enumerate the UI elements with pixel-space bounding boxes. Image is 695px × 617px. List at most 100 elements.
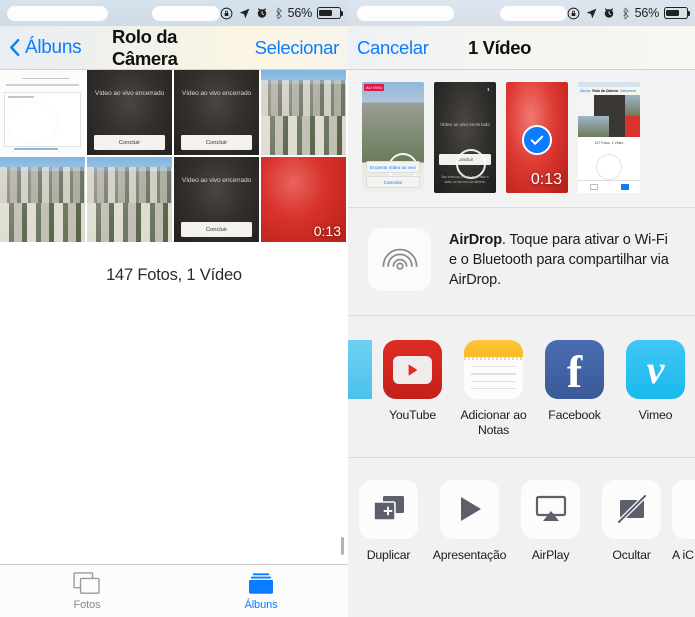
slideshow-play-icon — [440, 479, 499, 539]
photo-cell[interactable] — [87, 157, 172, 242]
action-airplay[interactable]: AirPlay — [510, 479, 591, 563]
tab-fotos-label: Fotos — [73, 598, 101, 611]
share-app-facebook[interactable]: f Facebook — [534, 340, 615, 423]
upload-glyph: ⬆ — [486, 87, 490, 92]
thumb-secondary-button: Cancelar — [366, 176, 420, 188]
hide-icon — [602, 479, 661, 539]
tab-albuns[interactable]: Álbuns — [174, 565, 348, 617]
left-panel-photos-app: 56% Álbuns Rolo da Câmera Selecionar Víd… — [0, 0, 348, 617]
share-thumbnail[interactable]: ⬆ Vídeo ao vivo encerrado Concluir Seu v… — [434, 82, 496, 193]
share-thumbnail[interactable]: AO VIVO Encerrar vídeo ao vivo Cancelar — [362, 82, 424, 193]
thumb-caption: Seu vídeo ao vivo foi encerrado e salvo … — [441, 175, 489, 185]
bluetooth-icon — [622, 7, 629, 19]
photo-grid: Vídeo ao vivo encerrado Concluir Vídeo a… — [0, 70, 348, 244]
share-app-label: YouTube — [389, 408, 436, 422]
duplicate-icon — [359, 479, 418, 539]
share-sheet-title: 1 Vídeo — [468, 36, 531, 58]
share-actions-row: Duplicar Apresentação AirPlay Ocultar A … — [348, 457, 695, 582]
photos-icon — [73, 571, 100, 594]
mini-back-label: Álbuns — [580, 89, 591, 93]
action-label: Duplicar — [366, 547, 411, 562]
select-button[interactable]: Selecionar — [255, 37, 340, 59]
notes-icon — [464, 340, 523, 399]
battery-percent-label: 56% — [287, 6, 313, 20]
tab-bar: Fotos Álbuns — [0, 564, 348, 617]
icloud-drive-icon — [672, 479, 695, 539]
photo-cell[interactable]: Vídeo ao vivo encerrado Concluir — [174, 157, 259, 242]
photo-cell-video[interactable]: 0:13 — [261, 157, 346, 242]
thumbnail-overlay-label: Vídeo ao vivo encerrado — [94, 90, 165, 98]
status-bar-pill-left — [357, 5, 455, 21]
photo-cell[interactable]: Vídeo ao vivo encerrado Concluir — [87, 70, 172, 155]
battery-icon — [317, 7, 344, 19]
share-thumbnail[interactable]: Álbuns Rolo da Câmera Selecionar 147 Fot… — [578, 82, 640, 193]
navigation-bar-right: Cancelar 1 Vídeo — [348, 26, 695, 70]
thumbnail-overlay-button: Concluir — [181, 135, 252, 150]
share-app-vimeo[interactable]: v Vimeo — [615, 340, 695, 423]
back-to-albums-button[interactable]: Álbuns — [9, 36, 82, 59]
selected-checkmark-icon — [522, 124, 552, 155]
airdrop-description: AirDrop. Toque para ativar o Wi-Fi e o B… — [449, 230, 679, 290]
alarm-clock-icon — [257, 8, 266, 18]
action-label: Ocultar — [612, 547, 651, 562]
thumbnail-overlay-label: Vídeo ao vivo encerrado — [181, 90, 252, 98]
dual-screenshot-container: 56% Álbuns Rolo da Câmera Selecionar Víd… — [0, 0, 695, 617]
tab-fotos[interactable]: Fotos — [0, 565, 174, 617]
chevron-left-icon — [10, 38, 20, 57]
rotation-lock-icon — [220, 7, 232, 19]
action-duplicar[interactable]: Duplicar — [348, 479, 429, 563]
status-bar-right: 56% — [348, 0, 695, 26]
video-duration-label: 0:13 — [530, 171, 562, 188]
airdrop-icon[interactable] — [368, 228, 431, 291]
thumbnail-overlay-label: Vídeo ao vivo encerrado — [181, 177, 252, 185]
thumb-primary-button: Encerrar vídeo ao vivo — [366, 161, 420, 173]
action-label: A iC — [672, 547, 694, 562]
navigation-bar-left: Álbuns Rolo da Câmera Selecionar — [0, 26, 348, 70]
photo-cell[interactable] — [0, 157, 85, 242]
photo-count-label: 147 Fotos, 1 Vídeo — [106, 266, 242, 284]
cancel-button[interactable]: Cancelar — [357, 37, 429, 59]
status-bar-pill-left — [7, 5, 109, 21]
action-apresentacao[interactable]: Apresentação — [429, 479, 510, 563]
airdrop-bold-prefix: AirDrop — [449, 231, 502, 248]
airdrop-row[interactable]: AirDrop. Toque para ativar o Wi-Fi e o B… — [348, 208, 695, 316]
photo-cell[interactable] — [261, 70, 346, 155]
status-bar-left: 56% — [0, 0, 348, 26]
albums-icon — [249, 572, 273, 594]
mini-action-label: Selecionar — [620, 89, 637, 93]
mini-title-label: Rolo da Câmera — [592, 89, 619, 93]
airplay-icon — [521, 479, 580, 539]
page-title: Rolo da Câmera — [112, 25, 178, 69]
action-label: AirPlay — [531, 547, 570, 562]
share-thumbnail-selected[interactable]: 0:13 — [506, 82, 568, 193]
share-thumbnail-strip: AO VIVO Encerrar vídeo ao vivo Cancelar … — [348, 70, 695, 208]
action-ocultar[interactable]: Ocultar — [591, 479, 672, 563]
mini-count-label: 147 Fotos, 1 Vídeo — [594, 141, 624, 145]
location-arrow-icon — [586, 8, 596, 18]
tab-albuns-label: Álbuns — [244, 598, 278, 611]
photo-cell[interactable] — [0, 70, 85, 155]
share-apps-row: YouTube Adicionar ao Notas f Facebook v — [348, 316, 695, 458]
status-bar-pill-center — [500, 5, 567, 21]
share-app-youtube[interactable]: YouTube — [372, 340, 453, 423]
status-bar-pill-center — [152, 5, 220, 21]
battery-percent-label: 56% — [634, 6, 660, 20]
action-label: Apresentação — [432, 547, 507, 562]
action-icloud-drive[interactable]: A iC — [672, 479, 695, 563]
share-app-edge-left[interactable] — [348, 340, 372, 399]
location-arrow-icon — [239, 8, 249, 18]
share-app-notes[interactable]: Adicionar ao Notas — [453, 340, 534, 439]
rotation-lock-icon — [567, 7, 579, 19]
thumbnail-overlay-button: Concluir — [94, 135, 165, 150]
share-app-label: Vimeo — [638, 408, 673, 422]
alarm-clock-icon — [604, 8, 613, 18]
back-label: Álbuns — [25, 36, 82, 58]
vertical-scrollbar[interactable] — [341, 537, 344, 555]
video-duration-label: 0:13 — [313, 223, 341, 239]
battery-icon — [664, 7, 691, 19]
vimeo-icon: v — [626, 340, 685, 399]
facebook-icon: f — [545, 340, 604, 399]
app-edge-left-icon — [348, 340, 372, 399]
bluetooth-icon — [275, 7, 282, 19]
photo-cell[interactable]: Vídeo ao vivo encerrado Concluir — [174, 70, 259, 155]
